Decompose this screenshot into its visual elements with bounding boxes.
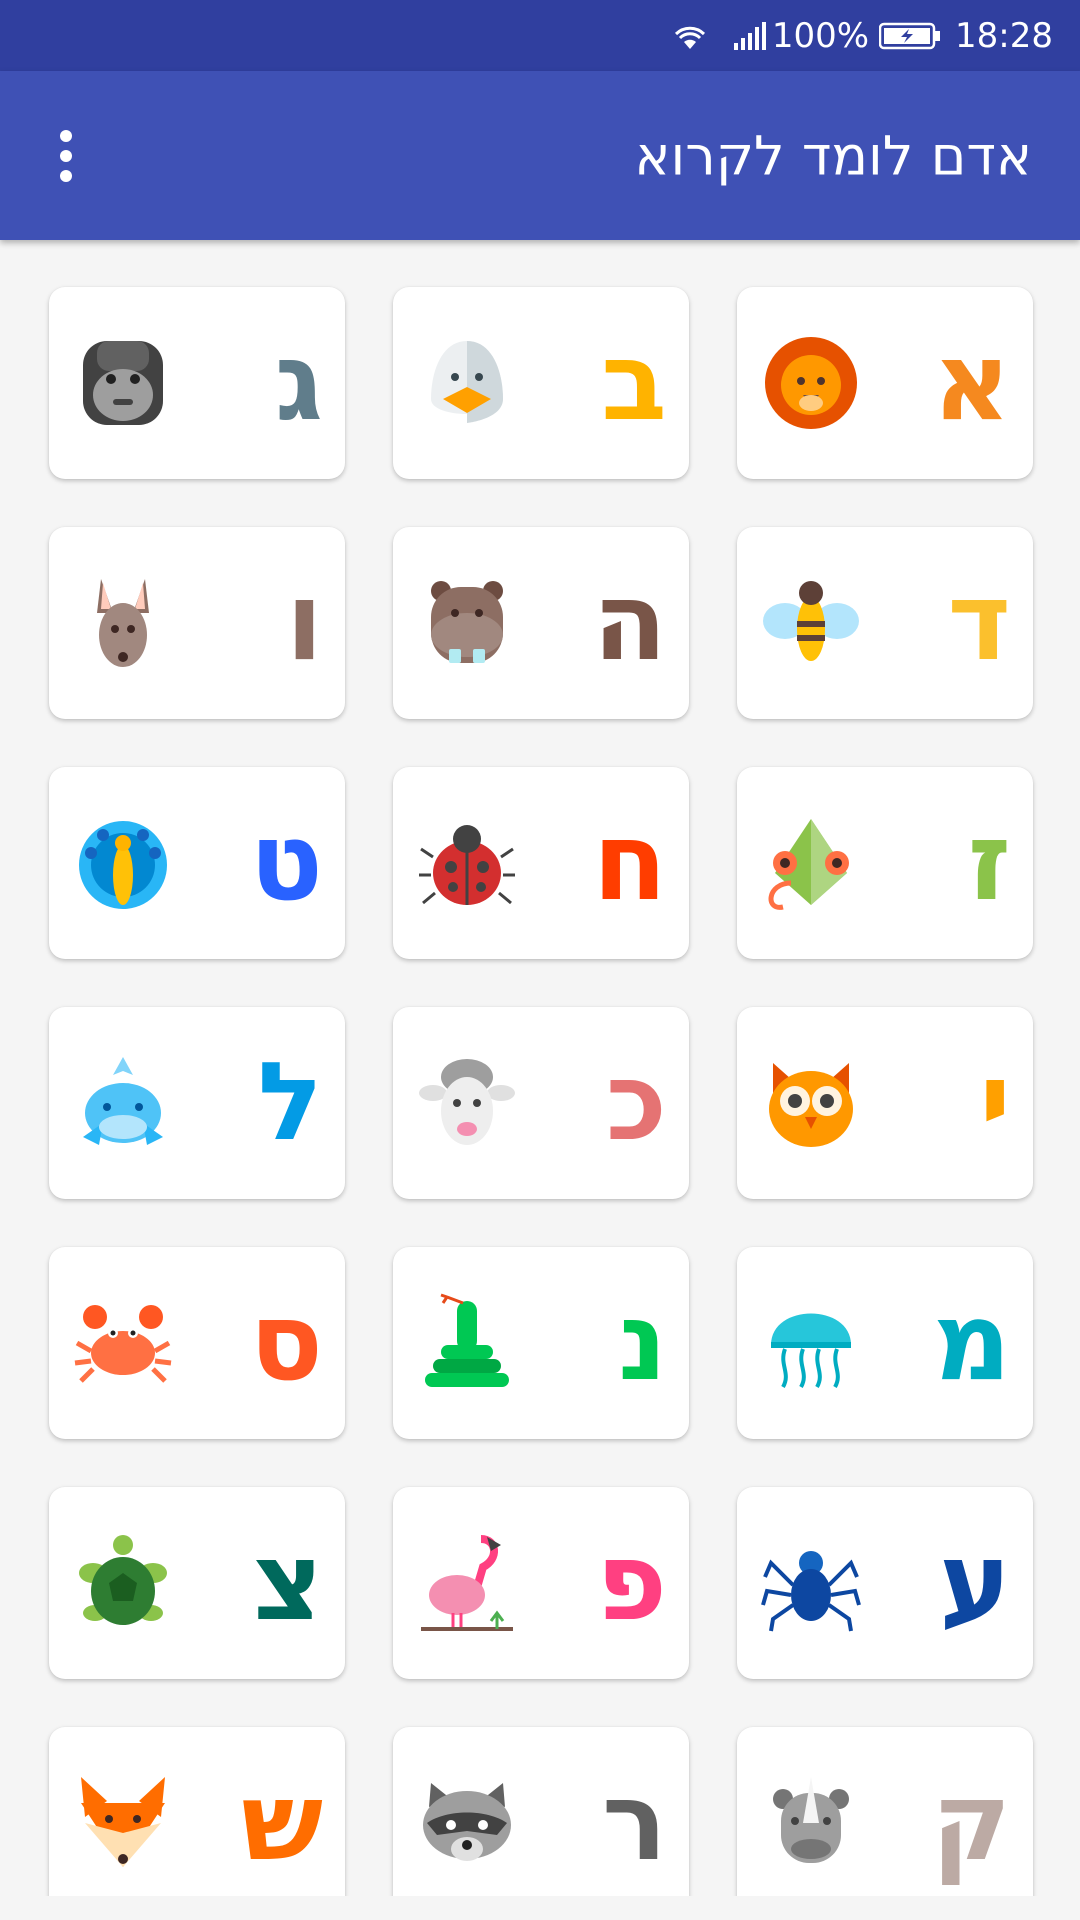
letter-card[interactable]: מ (737, 1247, 1033, 1439)
letter-grid: א ב ג ד ה ו ז ח ט י כ ל מ נ ס ע פ צ ק ר ש (47, 287, 1033, 1919)
hebrew-letter: נ (618, 1280, 667, 1405)
hebrew-letter: ב (601, 320, 667, 445)
hebrew-letter: מ (932, 1280, 1011, 1405)
letter-card[interactable]: ע (737, 1487, 1033, 1679)
fox-icon (73, 1773, 173, 1873)
hebrew-letter: פ (595, 1520, 667, 1645)
bottom-edge (0, 1896, 1080, 1920)
letter-card[interactable]: ו (49, 527, 345, 719)
hebrew-letter: ג (274, 320, 323, 445)
letter-card[interactable]: ש (49, 1727, 345, 1919)
ladybug-icon (417, 813, 517, 913)
wifi-icon (670, 21, 710, 51)
hebrew-letter: י (979, 1040, 1011, 1165)
battery-percent: 100% (771, 15, 870, 56)
letter-card[interactable]: ג (49, 287, 345, 479)
sheep-icon (417, 1053, 517, 1153)
hebrew-letter: ט (249, 800, 323, 925)
hebrew-letter: ז (967, 800, 1011, 925)
hebrew-letter: ה (592, 560, 667, 685)
hebrew-letter: ש (241, 1760, 323, 1885)
hebrew-letter: כ (605, 1040, 667, 1165)
peacock-icon (73, 813, 173, 913)
gorilla-icon (73, 333, 173, 433)
letter-card[interactable]: כ (393, 1007, 689, 1199)
hebrew-letter: ר (601, 1760, 667, 1885)
duck-icon (417, 333, 517, 433)
owl-icon (761, 1053, 861, 1153)
letter-card[interactable]: ה (393, 527, 689, 719)
letter-card[interactable]: ר (393, 1727, 689, 1919)
letter-card[interactable]: א (737, 287, 1033, 479)
letter-card[interactable]: ב (393, 287, 689, 479)
hebrew-letter: ע (939, 1520, 1011, 1645)
letter-card[interactable]: ט (49, 767, 345, 959)
kangaroo-icon (73, 573, 173, 673)
signal-icon (732, 21, 768, 51)
app-title: אדם לומד לקרוא (634, 124, 1032, 187)
turtle-icon (73, 1533, 173, 1633)
letter-card[interactable]: ל (49, 1007, 345, 1199)
bee-icon (761, 573, 861, 673)
raccoon-icon (417, 1773, 517, 1873)
whale-icon (73, 1053, 173, 1153)
flamingo-icon (417, 1533, 517, 1633)
spider-icon (761, 1533, 861, 1633)
hebrew-letter: א (932, 320, 1011, 445)
lion-icon (761, 333, 861, 433)
letter-card[interactable]: י (737, 1007, 1033, 1199)
letter-card[interactable]: פ (393, 1487, 689, 1679)
letter-card[interactable]: צ (49, 1487, 345, 1679)
clock: 18:28 (955, 15, 1053, 56)
hebrew-letter: ח (592, 800, 667, 925)
battery-charging-icon (879, 21, 941, 51)
hebrew-letter: ל (257, 1040, 323, 1165)
status-bar: 100% 18:28 (0, 0, 1080, 71)
letter-card[interactable]: ק (737, 1727, 1033, 1919)
letter-card[interactable]: ד (737, 527, 1033, 719)
hebrew-letter: ק (931, 1760, 1011, 1885)
more-vertical-icon[interactable] (42, 116, 90, 196)
rhino-icon (761, 1773, 861, 1873)
jellyfish-icon (761, 1293, 861, 1393)
hebrew-letter: ד (947, 560, 1012, 685)
letter-card[interactable]: נ (393, 1247, 689, 1439)
letter-card[interactable]: ח (393, 767, 689, 959)
letter-card[interactable]: ס (49, 1247, 345, 1439)
hebrew-letter: ו (285, 560, 323, 685)
chameleon-icon (761, 813, 861, 913)
crab-icon (73, 1293, 173, 1393)
hippo-icon (417, 573, 517, 673)
hebrew-letter: צ (252, 1520, 323, 1645)
hebrew-letter: ס (249, 1280, 323, 1405)
snake-icon (417, 1293, 517, 1393)
letter-card[interactable]: ז (737, 767, 1033, 959)
app-bar: אדם לומד לקרוא (0, 71, 1080, 240)
